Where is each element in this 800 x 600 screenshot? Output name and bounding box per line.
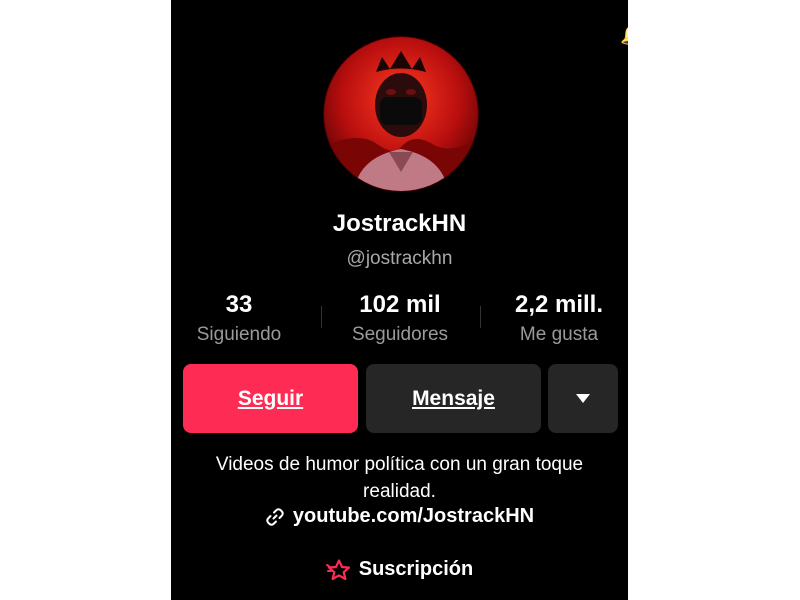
profile-link-text[interactable]: youtube.com/JostrackHN (293, 505, 534, 528)
bio: Videos de humor política con un gran toq… (171, 451, 628, 505)
more-options-button[interactable] (548, 364, 618, 433)
stat-divider (321, 306, 322, 328)
avatar[interactable] (323, 36, 479, 192)
following-label: Siguiendo (196, 324, 282, 345)
stat-likes[interactable]: 2,2 mill. Me gusta (484, 291, 628, 348)
subscription-row[interactable]: Suscripción (171, 558, 628, 581)
followers-label: Seguidores (351, 324, 449, 345)
profile-link[interactable]: youtube.com/JostrackHN (171, 505, 628, 528)
bio-line-2: realidad. (363, 481, 436, 502)
likes-count: 2,2 mill. (514, 291, 604, 318)
stat-following[interactable]: 33 Siguiendo (171, 291, 314, 348)
triangle-down-icon (576, 394, 590, 403)
username: @jostrackhn (346, 248, 453, 269)
stat-followers[interactable]: 102 mil Seguidores (325, 291, 475, 348)
subscription-label: Suscripción (358, 558, 474, 580)
bio-line-1: Videos de humor política con un gran toq… (215, 454, 584, 475)
followers-count: 102 mil (359, 291, 441, 318)
subscription-star-icon (325, 558, 350, 580)
following-count: 33 (225, 291, 253, 318)
stat-divider (480, 306, 481, 328)
notification-bell-icon[interactable]: 🔔 (620, 24, 628, 46)
likes-label: Me gusta (519, 324, 599, 345)
profile-screen: 🔔 JostrackHN @jostrackhn 33 Siguiendo (171, 0, 628, 600)
link-icon (266, 507, 284, 526)
display-name: JostrackHN (332, 210, 467, 237)
avatar-image (324, 37, 478, 191)
message-button[interactable]: Mensaje (366, 364, 541, 433)
follow-button[interactable]: Seguir (183, 364, 358, 433)
